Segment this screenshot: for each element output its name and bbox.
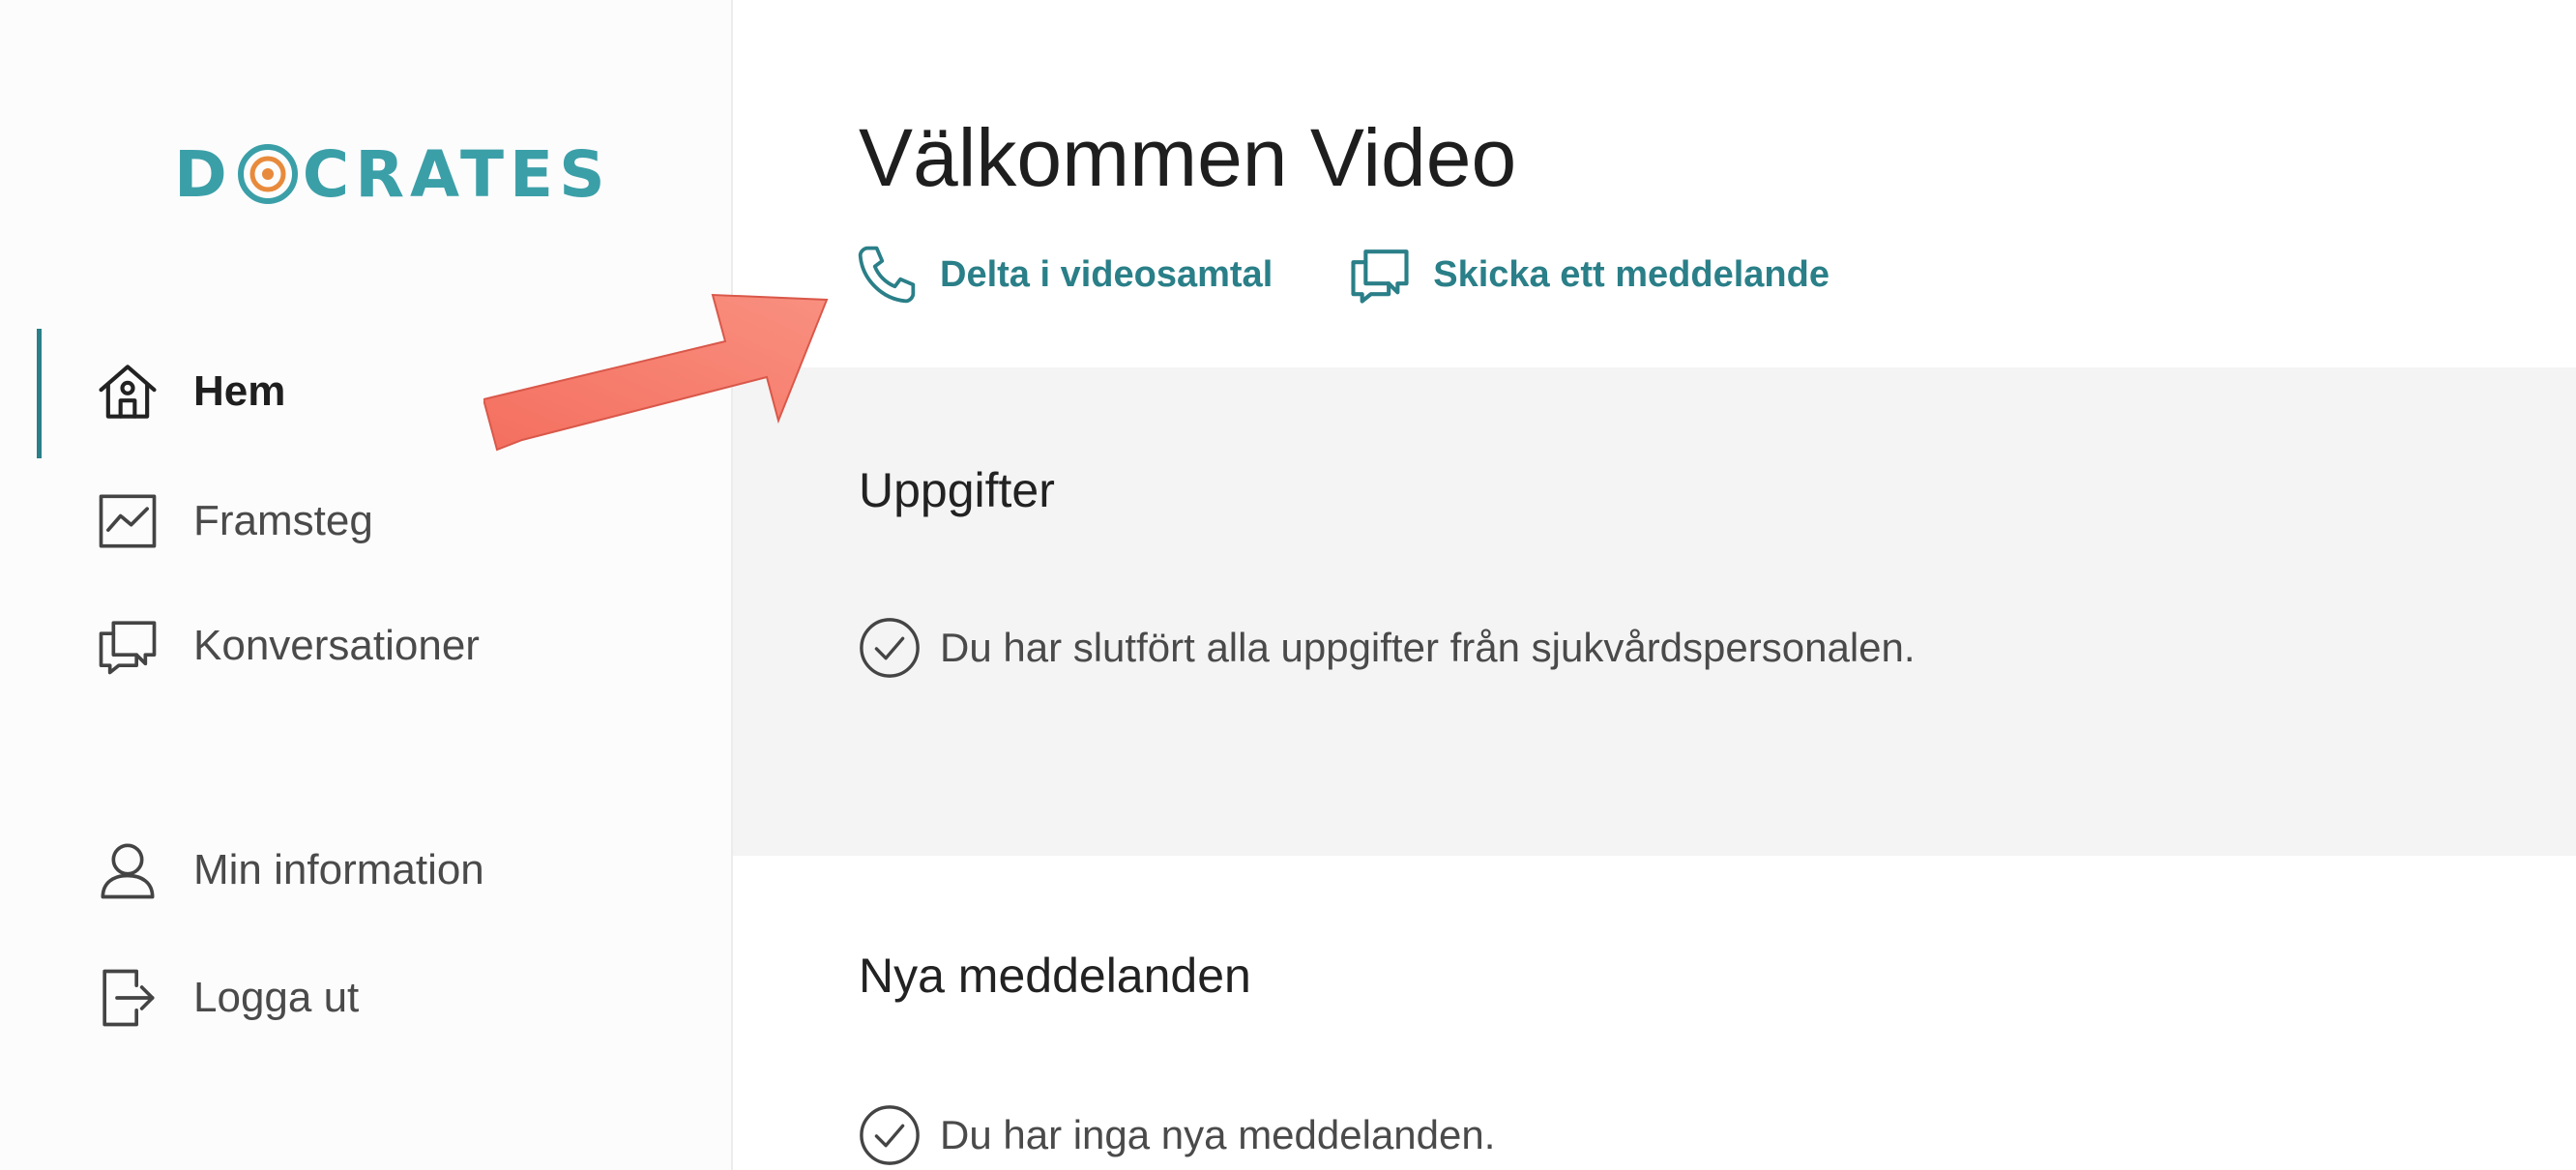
sidebar-item-label: Konversationer [193,622,480,669]
chat-icon [93,611,162,681]
chat-icon [1346,241,1414,308]
messages-status-text: Du har inga nya meddelanden. [940,1112,1496,1157]
messages-title: Nya meddelanden [859,949,1251,1003]
tasks-panel: Uppgifter Du har slutfört alla uppgifter… [733,367,2576,856]
check-circle-icon [857,615,922,681]
sidebar-item-label: Min information [193,846,484,893]
tasks-title: Uppgifter [859,463,1055,517]
user-icon [93,835,162,905]
chart-icon [93,486,162,556]
tasks-status: Du har slutfört alla uppgifter från sjuk… [857,615,1916,681]
sidebar-item-label: Logga ut [193,974,360,1021]
sidebar-item-logga-ut[interactable]: Logga ut [0,945,731,1051]
sidebar: D CRATES Hem Framsteg Konversationer Min… [0,0,733,1170]
main-content: Välkommen Video Delta i videosamtal Skic… [733,0,2576,1170]
phone-icon [853,241,921,308]
logout-icon [93,963,162,1033]
sidebar-item-framsteg[interactable]: Framsteg [0,468,731,574]
sidebar-item-label: Framsteg [193,497,373,544]
messages-status: Du har inga nya meddelanden. [857,1102,1495,1168]
check-circle-icon [857,1102,922,1168]
sidebar-item-label: Hem [193,367,286,415]
docrates-logo[interactable]: D CRATES [174,135,611,213]
app-root: D CRATES Hem Framsteg Konversationer Min… [0,0,2576,1170]
join-video-call-button[interactable]: Delta i videosamtal [853,241,1273,308]
join-video-call-label: Delta i videosamtal [940,253,1273,295]
logo-text-right: CRATES [302,136,611,212]
messages-panel: Nya meddelanden Du har inga nya meddelan… [733,856,2576,1170]
send-message-label: Skicka ett meddelande [1433,253,1830,295]
logo-text-left: D [174,136,233,212]
sidebar-item-min-information[interactable]: Min information [0,817,731,923]
send-message-button[interactable]: Skicka ett meddelande [1346,241,1830,308]
quick-actions: Delta i videosamtal Skicka ett meddeland… [853,238,1903,311]
tasks-status-text: Du har slutfört alla uppgifter från sjuk… [940,625,1916,670]
page-title: Välkommen Video [859,112,1517,203]
logo-target-icon [235,141,301,207]
sidebar-item-konversationer[interactable]: Konversationer [0,593,731,699]
annotation-arrow-icon [483,293,829,452]
home-icon [93,357,162,426]
